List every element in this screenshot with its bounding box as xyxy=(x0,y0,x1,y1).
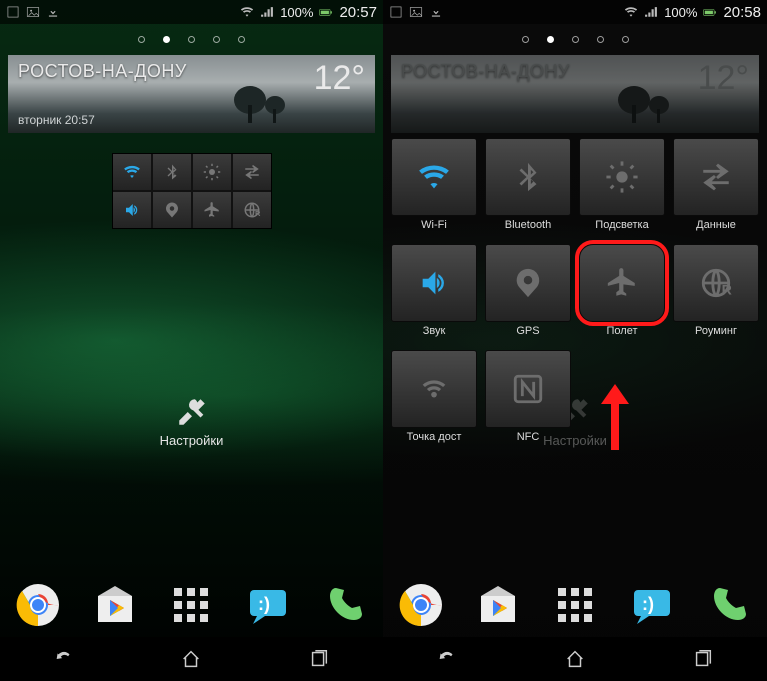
dock: :) xyxy=(383,573,767,637)
signal-icon xyxy=(260,5,274,19)
messaging-app[interactable]: :) xyxy=(629,582,675,628)
play-store-app[interactable] xyxy=(92,582,138,628)
qs-tile-sound[interactable]: Звук xyxy=(391,244,477,343)
svg-text::): :) xyxy=(258,594,270,614)
picture-icon xyxy=(409,5,423,19)
roaming-icon[interactable] xyxy=(673,244,759,322)
wifi-status-icon xyxy=(624,5,638,19)
sound-icon[interactable] xyxy=(391,244,477,322)
data-arrows-icon[interactable] xyxy=(673,138,759,216)
quick-settings-panel: Wi-Fi Bluetooth Подсветка Данные Звук GPS Поле… xyxy=(391,138,759,449)
battery-icon xyxy=(703,5,717,19)
settings-shortcut[interactable]: Настройки xyxy=(147,395,237,448)
qs-tile-data[interactable]: Данные xyxy=(673,138,759,237)
brightness-icon[interactable] xyxy=(579,138,665,216)
play-store-app[interactable] xyxy=(475,582,521,628)
picture-icon xyxy=(26,5,40,19)
qs-tile-nfc[interactable]: NFC xyxy=(485,350,571,449)
clock: 20:57 xyxy=(339,4,377,21)
signal-icon xyxy=(644,5,658,19)
nav-bar xyxy=(383,637,767,681)
clock: 20:58 xyxy=(723,4,761,21)
qs-tile-wifi[interactable]: Wi-Fi xyxy=(391,138,477,237)
messaging-app[interactable]: :) xyxy=(245,582,291,628)
battery-percent: 100% xyxy=(280,5,313,20)
qs-tile-label: Точка дост xyxy=(407,431,462,443)
qs-tile-bluetooth[interactable]: Bluetooth xyxy=(485,138,571,237)
weather-temperature: 12° xyxy=(698,59,749,98)
qs-tile-label: NFC xyxy=(517,431,540,443)
airplane-icon[interactable] xyxy=(579,244,665,322)
battery-percent: 100% xyxy=(664,5,697,20)
toggle-data-arrows[interactable] xyxy=(233,154,271,190)
qs-tile-label: Звук xyxy=(423,325,446,337)
settings-label: Настройки xyxy=(147,433,237,448)
weather-daytime: вторник 20:57 xyxy=(18,113,95,127)
download-icon xyxy=(429,5,443,19)
back-button[interactable] xyxy=(31,645,97,673)
qs-tile-label: GPS xyxy=(516,325,539,337)
toggle-wifi[interactable] xyxy=(113,154,151,190)
app-drawer[interactable] xyxy=(552,582,598,628)
wifi-status-icon xyxy=(240,5,254,19)
hotspot-icon[interactable] xyxy=(391,350,477,428)
nav-bar xyxy=(0,637,383,681)
weather-widget[interactable]: РОСТОВ-НА-ДОНУ вторник 20:57 12° xyxy=(8,55,375,133)
qs-tile-label: Данные xyxy=(696,219,736,231)
page-indicator[interactable] xyxy=(383,24,767,55)
bluetooth-icon[interactable] xyxy=(485,138,571,216)
qs-tile-hotspot[interactable]: Точка дост xyxy=(391,350,477,449)
qs-tile-label: Роуминг xyxy=(695,325,737,337)
phone-app[interactable] xyxy=(706,582,752,628)
qs-tile-label: Wi-Fi xyxy=(421,219,447,231)
qs-tile-label: Полет xyxy=(607,325,638,337)
page-indicator[interactable] xyxy=(0,24,383,55)
qs-tile-label: Bluetooth xyxy=(505,219,551,231)
weather-city: РОСТОВ-НА-ДОНУ xyxy=(401,61,570,82)
back-button[interactable] xyxy=(414,645,480,673)
qs-tile-label: Подсветка xyxy=(595,219,648,231)
recent-apps-button[interactable] xyxy=(670,645,736,673)
qs-tile-brightness[interactable]: Подсветка xyxy=(579,138,665,237)
screenshot-right: 100% 20:58 РОСТОВ-НА-ДОНУ 12° Wi-Fi Bluet… xyxy=(383,0,767,681)
weather-temperature: 12° xyxy=(314,59,365,98)
chrome-app[interactable] xyxy=(398,582,444,628)
qs-tile-roaming[interactable]: Роуминг xyxy=(673,244,759,343)
battery-icon xyxy=(319,5,333,19)
app-drawer[interactable] xyxy=(168,582,214,628)
toggle-airplane[interactable] xyxy=(193,192,231,228)
toggle-sound[interactable] xyxy=(113,192,151,228)
phone-app[interactable] xyxy=(322,582,368,628)
status-bar: 100% 20:57 xyxy=(0,0,383,24)
quick-toggle-widget xyxy=(112,153,272,229)
notification-icon xyxy=(6,5,20,19)
download-icon xyxy=(46,5,60,19)
nfc-icon[interactable] xyxy=(485,350,571,428)
gps-icon[interactable] xyxy=(485,244,571,322)
chrome-app[interactable] xyxy=(15,582,61,628)
toggle-gps[interactable] xyxy=(153,192,191,228)
recent-apps-button[interactable] xyxy=(286,645,352,673)
qs-tile-gps[interactable]: GPS xyxy=(485,244,571,343)
home-button[interactable] xyxy=(542,645,608,673)
wifi-icon[interactable] xyxy=(391,138,477,216)
status-bar: 100% 20:58 xyxy=(383,0,767,24)
toggle-roaming[interactable] xyxy=(233,192,271,228)
qs-tile-airplane[interactable]: Полет xyxy=(579,244,665,343)
notification-icon xyxy=(389,5,403,19)
svg-text::): :) xyxy=(642,594,654,614)
weather-illustration xyxy=(225,75,305,125)
screenshot-left: 100% 20:57 РОСТОВ-НА-ДОНУ вторник 20:57 … xyxy=(0,0,383,681)
toggle-brightness[interactable] xyxy=(193,154,231,190)
weather-city: РОСТОВ-НА-ДОНУ xyxy=(18,61,187,82)
toggle-bluetooth[interactable] xyxy=(153,154,191,190)
weather-widget[interactable]: РОСТОВ-НА-ДОНУ 12° xyxy=(391,55,759,133)
dock: :) xyxy=(0,573,383,637)
home-button[interactable] xyxy=(158,645,224,673)
weather-illustration xyxy=(609,75,689,125)
